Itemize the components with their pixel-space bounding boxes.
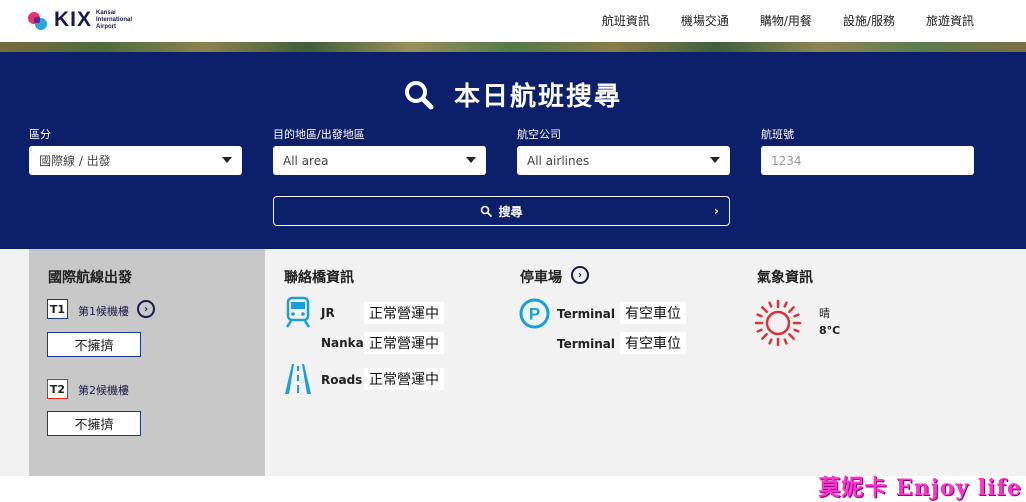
category-select-value: 國際線 / 出發 [39, 154, 111, 168]
train-icon [285, 296, 311, 328]
flight-search-panel: 本日航班搜尋 區分 國際線 / 出發 目的地區/出發地區 All area 航空… [0, 52, 1026, 249]
category-select[interactable]: 國際線 / 出發 [29, 146, 242, 175]
road-icon [285, 364, 311, 394]
airport-info-area: 國際航線出發 T1 第1候機樓 › 不擁擠 T2 第2候機樓 不擁擠 聯絡橋資訊… [0, 249, 1026, 476]
bridge-jr-label: JR [321, 306, 335, 320]
parking-terminal-2-status: 有空車位 [620, 332, 686, 354]
flight-number-input[interactable]: 1234 [761, 146, 974, 175]
bridge-info-title: 聯絡橋資訊 [284, 270, 354, 286]
flight-number-placeholder: 1234 [771, 153, 802, 168]
logo-subtitle: Kansai International Airport [96, 9, 133, 30]
terminal-1-chevron-icon[interactable]: › [137, 300, 155, 318]
terminal-1-label[interactable]: 第1候機樓 [78, 303, 129, 319]
airline-label: 航空公司 [517, 128, 561, 141]
airline-select[interactable]: All airlines [517, 146, 730, 175]
nav-item-flights[interactable]: 航班資訊 [602, 12, 650, 29]
departures-panel: 國際航線出發 T1 第1候機樓 › 不擁擠 T2 第2候機樓 不擁擠 [29, 249, 265, 476]
bridge-nankai-status: 正常營運中 [364, 332, 444, 354]
watermark-text: 莫妮卡 Enjoy life [818, 475, 1022, 501]
bridge-nankai-label: Nankai [321, 336, 368, 350]
chevron-down-icon [222, 157, 232, 163]
airline-select-value: All airlines [527, 153, 590, 168]
logo-text: KIX [54, 8, 93, 31]
category-label: 區分 [29, 128, 51, 141]
departures-title: 國際航線出發 [48, 270, 132, 286]
terminal-2-badge: T2 [47, 379, 68, 399]
terminal-1-congestion-status: 不擁擠 [47, 332, 141, 357]
bridge-roads-status: 正常營運中 [364, 368, 444, 390]
destination-select-value: All area [283, 153, 329, 168]
chevron-right-icon: › [714, 204, 719, 218]
search-title-text: 本日航班搜尋 [453, 82, 622, 112]
destination-label: 目的地區/出發地區 [273, 128, 365, 141]
parking-title: 停車場 [520, 270, 562, 286]
chevron-down-icon [710, 157, 720, 163]
kix-logo[interactable]: KIX Kansai International Airport [28, 8, 132, 32]
nav-item-facilities[interactable]: 設施/服務 [843, 12, 895, 29]
svg-text:P: P [529, 305, 540, 324]
parking-terminal-1-label: Terminal 1 [557, 307, 628, 321]
nav-item-travel[interactable]: 旅遊資訊 [926, 12, 974, 29]
search-button[interactable]: 搜尋 › [273, 196, 730, 226]
main-nav: 航班資訊 機場交通 購物/用餐 設施/服務 旅遊資訊 [602, 12, 974, 29]
weather-condition: 晴 [819, 307, 830, 320]
search-button-label: 搜尋 [498, 204, 523, 219]
parking-terminal-2-label: Terminal 2 [557, 337, 628, 351]
chevron-down-icon [466, 157, 476, 163]
terminal-1-badge: T1 [47, 299, 68, 319]
bridge-jr-status: 正常營運中 [364, 302, 444, 324]
terminal-2-label[interactable]: 第2候機樓 [78, 382, 129, 398]
terminal-2-congestion-status: 不擁擠 [47, 411, 141, 436]
destination-select[interactable]: All area [273, 146, 486, 175]
flight-number-label: 航班號 [761, 128, 794, 141]
sun-icon [754, 299, 802, 347]
parking-terminal-1-status: 有空車位 [620, 302, 686, 324]
parking-icon: P [519, 298, 550, 329]
site-header: KIX Kansai International Airport 航班資訊 機場… [0, 0, 1026, 42]
search-icon [481, 205, 493, 217]
weather-temperature: 8°C [819, 324, 841, 337]
nav-item-access[interactable]: 機場交通 [681, 12, 729, 29]
logo-mark-icon [28, 10, 48, 30]
weather-title: 氣象資訊 [757, 270, 813, 286]
bridge-roads-label: Roads [321, 373, 363, 387]
parking-chevron-icon[interactable]: › [571, 266, 589, 284]
search-icon [404, 80, 434, 109]
search-title: 本日航班搜尋 [0, 76, 1026, 113]
nav-item-shopping[interactable]: 購物/用餐 [760, 12, 812, 29]
decorative-banner-strip [0, 42, 1026, 52]
